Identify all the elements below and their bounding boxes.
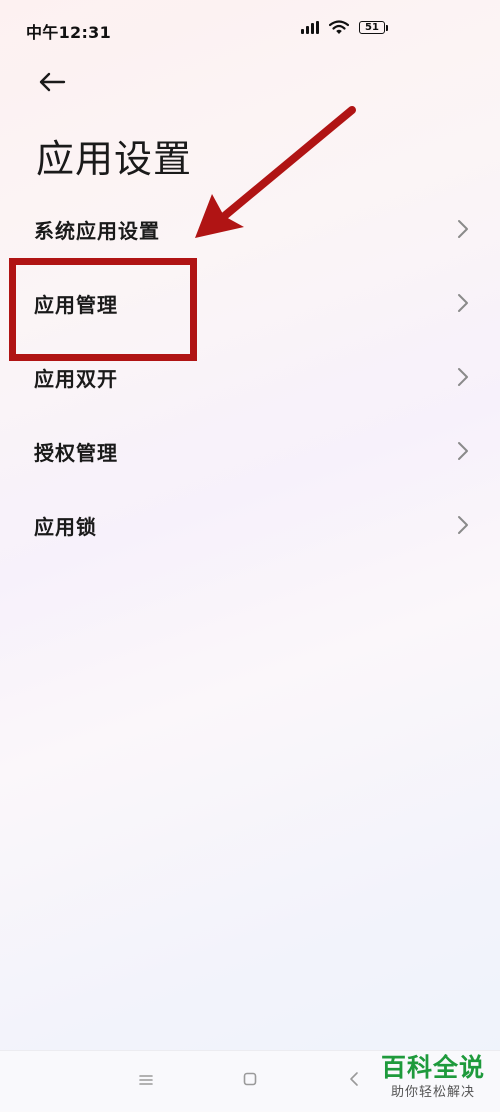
menu-item-permission-management[interactable]: 授权管理 [0,414,500,488]
menu-item-label: 应用双开 [34,366,118,391]
menu-icon[interactable] [138,1073,154,1087]
status-bar: 中午12:31 51 [0,0,500,60]
menu-item-label: 应用锁 [34,514,97,539]
chevron-right-icon [458,220,468,238]
back-button[interactable] [32,64,72,100]
watermark-title: 百科全说 [380,1053,485,1082]
menu-item-label: 系统应用设置 [34,218,160,243]
back-icon[interactable] [349,1071,359,1087]
status-icons: 51 [301,20,388,35]
menu-item-app-lock[interactable]: 应用锁 [0,488,500,562]
wifi-icon [329,20,349,35]
battery-icon: 51 [359,21,388,34]
chevron-right-icon [458,516,468,534]
menu-item-label: 应用管理 [34,292,118,317]
chevron-right-icon [458,294,468,312]
page-title: 应用设置 [36,137,193,181]
menu-item-dual-apps[interactable]: 应用双开 [0,340,500,414]
settings-menu-list: 系统应用设置 应用管理 应用双开 授权管理 应用锁 [0,192,500,562]
battery-cap [386,24,388,31]
watermark: 百科全说 助你轻松解决 [374,1052,492,1102]
home-icon[interactable] [243,1072,257,1086]
battery-level: 51 [359,21,385,34]
menu-item-system-app-settings[interactable]: 系统应用设置 [0,192,500,266]
menu-item-label: 授权管理 [34,440,118,465]
menu-item-app-management[interactable]: 应用管理 [0,266,500,340]
arrow-left-icon [39,72,66,92]
chevron-right-icon [458,442,468,460]
chevron-right-icon [458,368,468,386]
watermark-subtitle: 助你轻松解决 [390,1085,475,1100]
status-time: 中午12:31 [26,23,112,42]
signal-icon [301,21,319,34]
